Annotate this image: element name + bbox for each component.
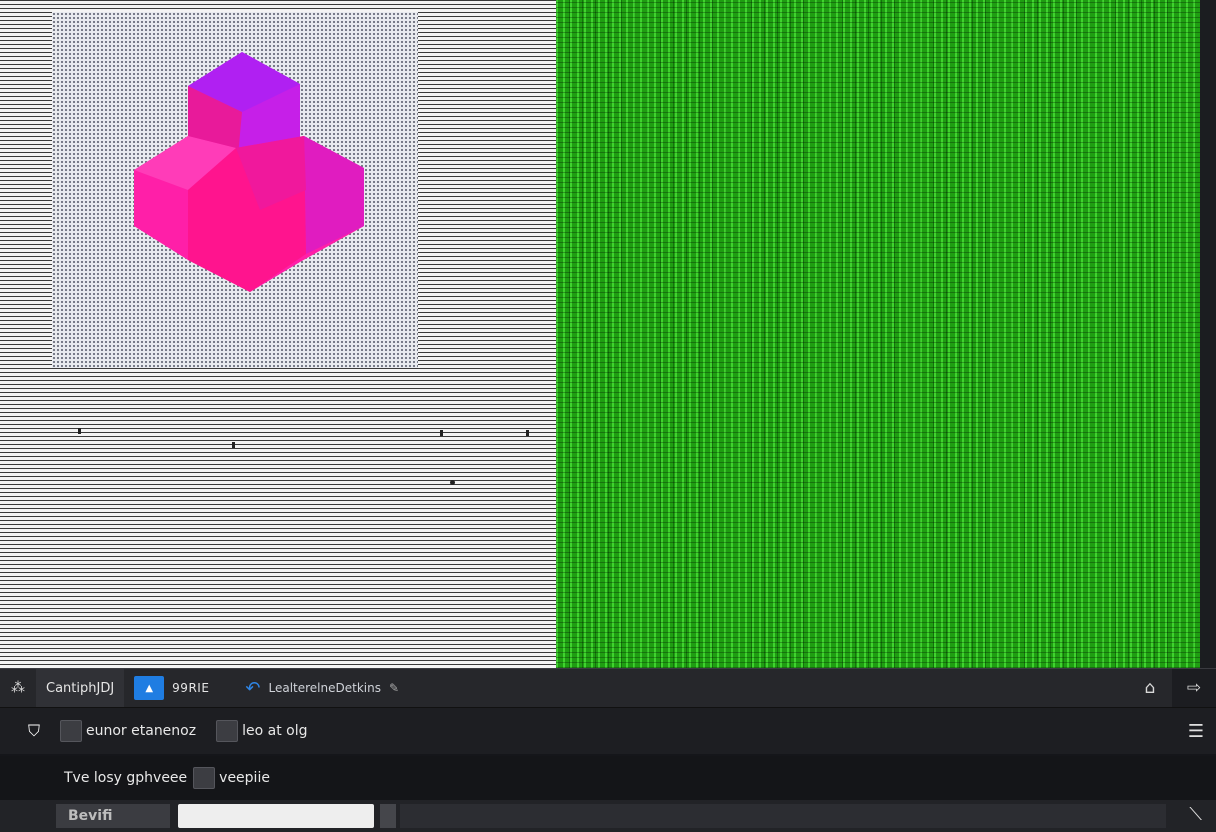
bottom-bar: Bevifi ⟍ — [0, 800, 1216, 832]
speck — [440, 430, 443, 436]
option-item[interactable]: leo at olg — [216, 720, 307, 742]
panel-menu-icon[interactable]: ☰ — [1188, 721, 1204, 742]
speck — [78, 428, 81, 434]
options-row-1: ⛉ eunor etanenoz leo at olg ☰ — [0, 708, 1216, 754]
toolbar-title[interactable]: CantiphJDJ — [36, 669, 125, 707]
device-button[interactable]: Bevifi — [56, 804, 170, 828]
canvas-viewport[interactable] — [0, 0, 1216, 668]
play-mode-button[interactable]: ▲ — [134, 676, 165, 700]
undo-arrow-icon: ↶ — [245, 677, 261, 699]
polyhedron-shape[interactable] — [120, 40, 380, 310]
slider-track[interactable] — [400, 804, 1166, 828]
speck — [450, 480, 455, 485]
option-label: leo at olg — [242, 723, 308, 739]
checkbox[interactable] — [60, 720, 82, 742]
checkbox[interactable] — [216, 720, 239, 742]
option-item[interactable]: eunor etanenoz — [60, 720, 196, 742]
nodes-icon[interactable]: ⁂ — [0, 669, 36, 707]
home-icon[interactable]: ⌂ — [1128, 669, 1172, 707]
shape-right-face — [304, 136, 364, 254]
shield-icon: ⛉ — [27, 721, 40, 740]
left-render-pane[interactable] — [0, 0, 556, 668]
slider-handle[interactable] — [380, 804, 396, 828]
resize-handle-icon[interactable]: ⟍ — [1189, 804, 1202, 825]
option-label: veepiie — [219, 770, 270, 786]
mode-code-label[interactable]: 99RIE — [172, 681, 209, 695]
speck — [526, 430, 529, 436]
option-item[interactable]: veepiie — [193, 767, 270, 789]
option-item[interactable]: Tve losy gphveee — [64, 770, 187, 786]
viewport-scrollbar[interactable] — [1200, 0, 1216, 668]
link-label: LealterelneDetkins — [268, 681, 381, 695]
option-label: eunor etanenoz — [86, 723, 197, 739]
main-toolbar: ⁂ CantiphJDJ ▲ 99RIE ↶ LealterelneDetkin… — [0, 668, 1216, 708]
text-input[interactable] — [178, 804, 374, 828]
pin-icon: ✎ — [388, 681, 400, 695]
forward-arrow-icon[interactable]: ⇨ — [1172, 669, 1216, 707]
option-label: Tve losy gphveee — [64, 770, 188, 786]
checkbox[interactable] — [193, 767, 216, 789]
link-button[interactable]: ↶ LealterelneDetkins ✎ — [245, 678, 399, 699]
options-row-2: Tve losy gphveee veepiie — [0, 756, 1216, 800]
speck — [232, 442, 235, 448]
right-render-pane[interactable] — [556, 0, 1216, 668]
